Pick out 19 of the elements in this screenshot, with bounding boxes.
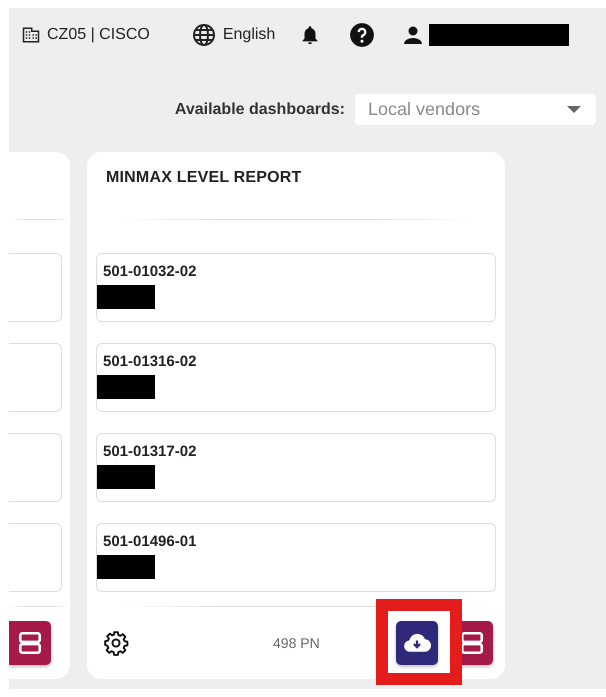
globe-icon: [192, 23, 216, 47]
part-item[interactable]: 501-01496-01: [96, 523, 496, 592]
card-title: MINMAX LEVEL REPORT: [105, 168, 303, 188]
stack-icon: [17, 630, 43, 656]
dashboard-dropdown[interactable]: Local vendors: [355, 94, 596, 125]
help-icon[interactable]: [349, 22, 376, 48]
dashboard-label: Available dashboards:: [174, 100, 345, 118]
count-label: 498 PN: [273, 635, 321, 651]
layout-button[interactable]: [9, 621, 51, 665]
site-label[interactable]: CZ05 | CISCO: [47, 26, 150, 44]
part-item[interactable]: 501-01317-02: [96, 433, 496, 502]
settings-icon[interactable]: [103, 630, 129, 656]
part-item[interactable]: 501-01032-02: [96, 253, 496, 322]
stack-icon: [459, 630, 485, 656]
part-item[interactable]: 501-01316-02: [96, 343, 496, 412]
building-icon: [22, 26, 40, 44]
caret-icon: [567, 106, 581, 113]
language-label[interactable]: English: [222, 26, 276, 44]
download-button[interactable]: [396, 621, 438, 665]
